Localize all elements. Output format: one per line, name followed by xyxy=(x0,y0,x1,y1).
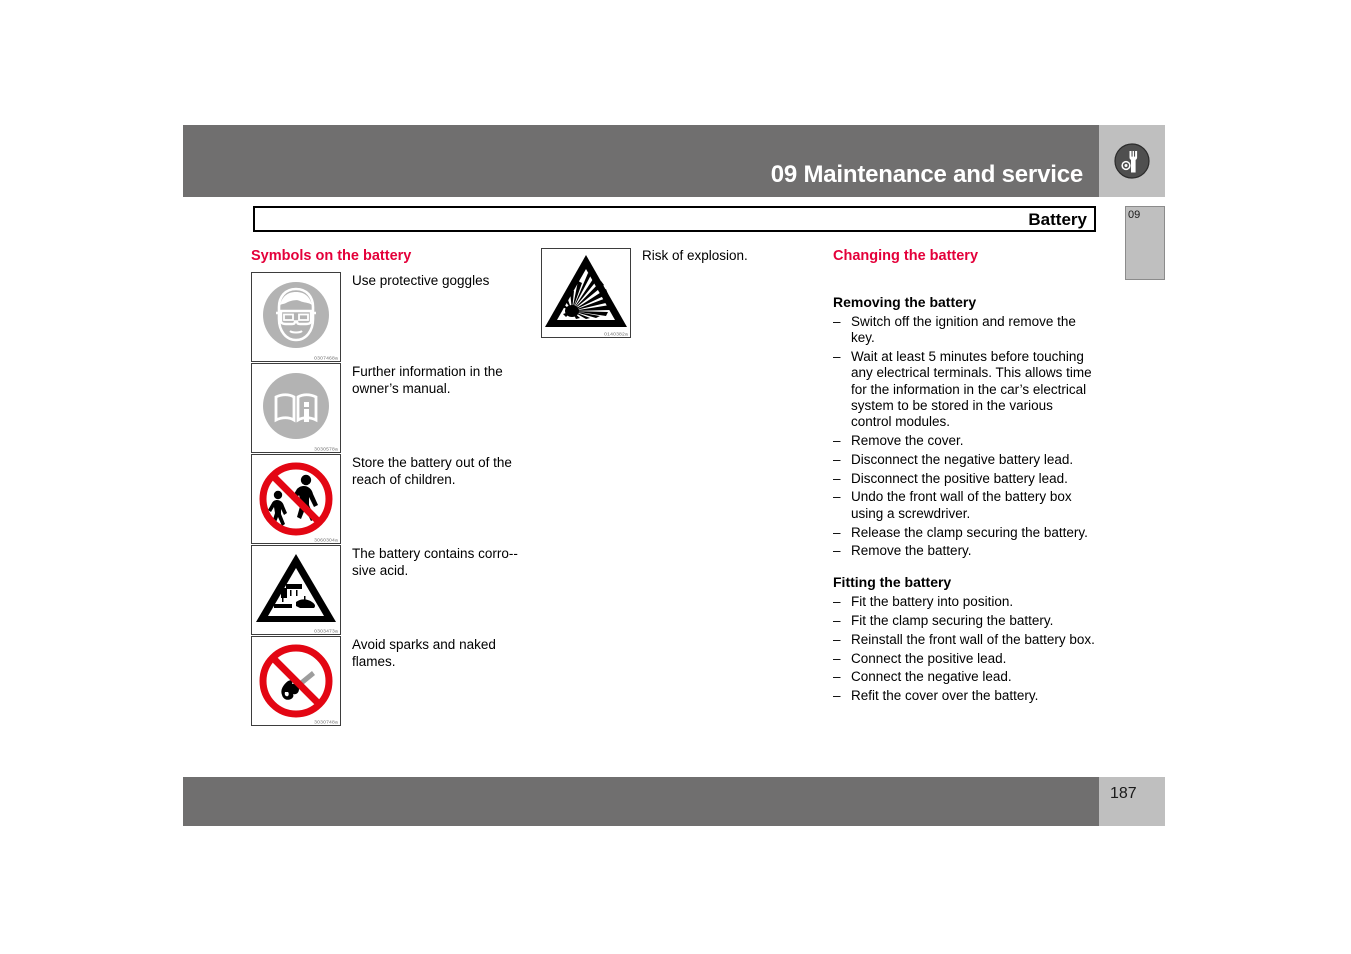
owners-manual-book-icon xyxy=(252,364,340,452)
bullet-dash: – xyxy=(833,451,841,467)
symbol-code: 3030578a xyxy=(314,446,338,452)
chapter-tab-label: 09 xyxy=(1128,209,1141,221)
list-item-text: Fit the battery into position. xyxy=(851,594,1014,610)
bullet-dash: – xyxy=(833,594,841,610)
symbol-caption: Further information in the owner’s manua… xyxy=(352,364,503,396)
middle-column: 0140382a Risk of explosion. xyxy=(541,248,806,339)
removing-battery-list: – Switch off the ignition and remove the … xyxy=(833,314,1095,560)
list-item: – Reinstall the front wall of the battery… xyxy=(833,632,1095,648)
section-title: Battery xyxy=(1028,210,1087,229)
right-column: Changing the battery Removing the batter… xyxy=(833,248,1095,707)
symbol-caption: Use protective goggles xyxy=(352,273,490,288)
chapter-tab: 09 xyxy=(1125,206,1165,280)
list-item-text: Release the clamp securing the battery. xyxy=(851,524,1088,540)
symbol-image-box: 3030748a xyxy=(251,636,341,726)
symbol-image-box: 3060304a xyxy=(251,454,341,544)
chapter-title: 09 Maintenance and service xyxy=(770,161,1083,188)
list-item: – Connect the negative lead. xyxy=(833,669,1095,685)
symbol-code: 0307468a xyxy=(314,355,338,361)
bullet-dash: – xyxy=(833,688,841,704)
bullet-dash: – xyxy=(833,489,841,505)
list-item-text: Connect the negative lead. xyxy=(851,669,1012,685)
list-item-text: Switch off the ignition and remove the k… xyxy=(851,314,1076,346)
list-item-text: Fit the clamp securing the battery. xyxy=(851,612,1054,628)
symbol-image-box: 3030578a xyxy=(251,363,341,453)
list-item-text: Undo the front wall of the battery box u… xyxy=(851,489,1072,521)
list-item-text: Remove the battery. xyxy=(851,543,972,559)
bullet-dash: – xyxy=(833,433,841,449)
list-item: – Refit the cover over the battery. xyxy=(833,688,1095,704)
list-item-text: Remove the cover. xyxy=(851,433,964,449)
symbol-row: 3060304a Store the battery out of the re… xyxy=(251,454,516,545)
symbol-code: 0140382a xyxy=(604,331,628,337)
list-item-text: Connect the positive lead. xyxy=(851,650,1007,666)
bullet-dash: – xyxy=(833,314,841,329)
symbol-row: 0307468a Use protective goggles xyxy=(251,272,516,363)
bullet-dash: – xyxy=(833,669,841,685)
symbol-row: 0303473a The battery contains corro-­siv… xyxy=(251,545,518,636)
fitting-battery-subheading: Fitting the battery xyxy=(833,574,952,591)
list-item: – Undo the front wall of the battery box … xyxy=(833,489,1095,522)
list-item: – Remove the cover. xyxy=(833,433,1095,449)
symbol-caption: The battery contains corro-­sive acid. xyxy=(352,546,518,578)
symbol-caption: Avoid sparks and naked flames. xyxy=(352,637,496,669)
symbol-row: 3030748a Avoid sparks and naked flames. xyxy=(251,636,516,727)
bullet-dash: – xyxy=(833,631,841,647)
list-item: – Fit the clamp securing the battery. xyxy=(833,613,1095,629)
list-item-text: Wait at least 5 minutes before touching … xyxy=(851,349,1092,430)
list-item-text: Refit the cover over the battery. xyxy=(851,688,1039,704)
symbol-caption: Risk of explosion. xyxy=(642,248,748,263)
footer-page-box: 187 xyxy=(1099,777,1165,826)
symbol-code: 3060304a xyxy=(314,537,338,543)
no-children-icon xyxy=(252,455,340,543)
symbol-row: 3030578a Further information in the owne… xyxy=(251,363,516,454)
page-number: 187 xyxy=(1110,785,1137,802)
bullet-dash: – xyxy=(833,612,841,628)
symbol-image-box: 0140382a xyxy=(541,248,631,338)
bullet-dash: – xyxy=(833,524,841,540)
footer-bar xyxy=(183,777,1099,826)
no-open-flames-icon xyxy=(252,637,340,725)
list-item: – Release the clamp securing the battery. xyxy=(833,525,1095,541)
fitting-battery-list: – Fit the battery into position. – Fit the… xyxy=(833,594,1095,704)
bullet-dash: – xyxy=(833,650,841,666)
list-item-text: Disconnect the positive battery lead. xyxy=(851,470,1068,486)
list-item: – Wait at least 5 minutes before touching… xyxy=(833,349,1095,430)
manual-page: 09 Maintenance and service Battery 09 Sy… xyxy=(0,0,1351,954)
list-item: – Switch off the ignition and remove the … xyxy=(833,314,1095,347)
removing-battery-subheading: Removing the battery xyxy=(833,294,977,310)
list-item: – Remove the battery. xyxy=(833,543,1095,559)
list-item: – Connect the positive lead. xyxy=(833,651,1095,667)
list-item: – Fit the battery into position. xyxy=(833,594,1095,610)
chapter-header-bar: 09 Maintenance and service xyxy=(183,125,1099,197)
list-item-text: Disconnect the negative battery lead. xyxy=(851,451,1074,467)
symbol-code: 0303473a xyxy=(314,628,338,634)
symbol-image-box: 0307468a xyxy=(251,272,341,362)
section-title-box: Battery xyxy=(253,206,1096,232)
symbol-image-box: 0303473a xyxy=(251,545,341,635)
list-item-text: Reinstall the front wall of the battery … xyxy=(851,631,1095,647)
left-column: Symbols on the battery 0307468a Use prot… xyxy=(251,248,518,727)
chapter-icon-box xyxy=(1099,125,1165,197)
symbol-row: 0140382a Risk of explosion. xyxy=(541,248,806,339)
changing-battery-heading: Changing the battery xyxy=(833,248,979,264)
symbol-code: 3030748a xyxy=(314,719,338,725)
symbols-heading: Symbols on the battery xyxy=(251,248,412,264)
bullet-dash: – xyxy=(833,543,841,559)
bullet-dash: – xyxy=(833,470,841,486)
bullet-dash: – xyxy=(833,349,841,365)
list-item: – Disconnect the negative battery lead. xyxy=(833,452,1095,468)
explosion-risk-icon xyxy=(542,249,630,337)
symbol-caption: Store the battery out of the reach of ch… xyxy=(352,455,512,487)
list-item: – Disconnect the positive battery lead. xyxy=(833,471,1095,487)
corrosive-acid-warning-icon xyxy=(252,546,340,634)
protective-goggles-icon xyxy=(252,273,340,361)
